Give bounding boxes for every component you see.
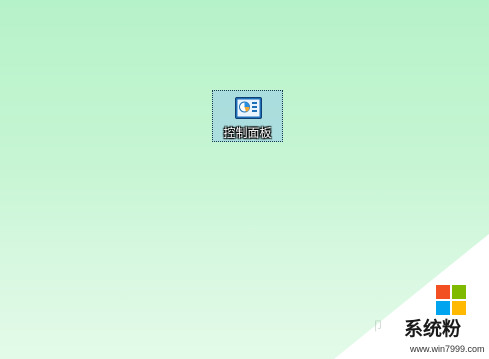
- windows-logo-icon: [436, 285, 466, 315]
- faint-watermark-glyph: 卩: [372, 319, 385, 333]
- desktop-icon-control-panel[interactable]: 控制面板: [212, 90, 283, 142]
- desktop-icon-label: 控制面板: [223, 126, 272, 140]
- watermark-brand-text: 系统粉: [404, 318, 462, 340]
- desktop[interactable]: 控制面板 卩 系统粉 www.win7999.com: [0, 0, 489, 359]
- control-panel-icon: [235, 97, 262, 119]
- watermark-url: www.win7999.com: [410, 344, 485, 354]
